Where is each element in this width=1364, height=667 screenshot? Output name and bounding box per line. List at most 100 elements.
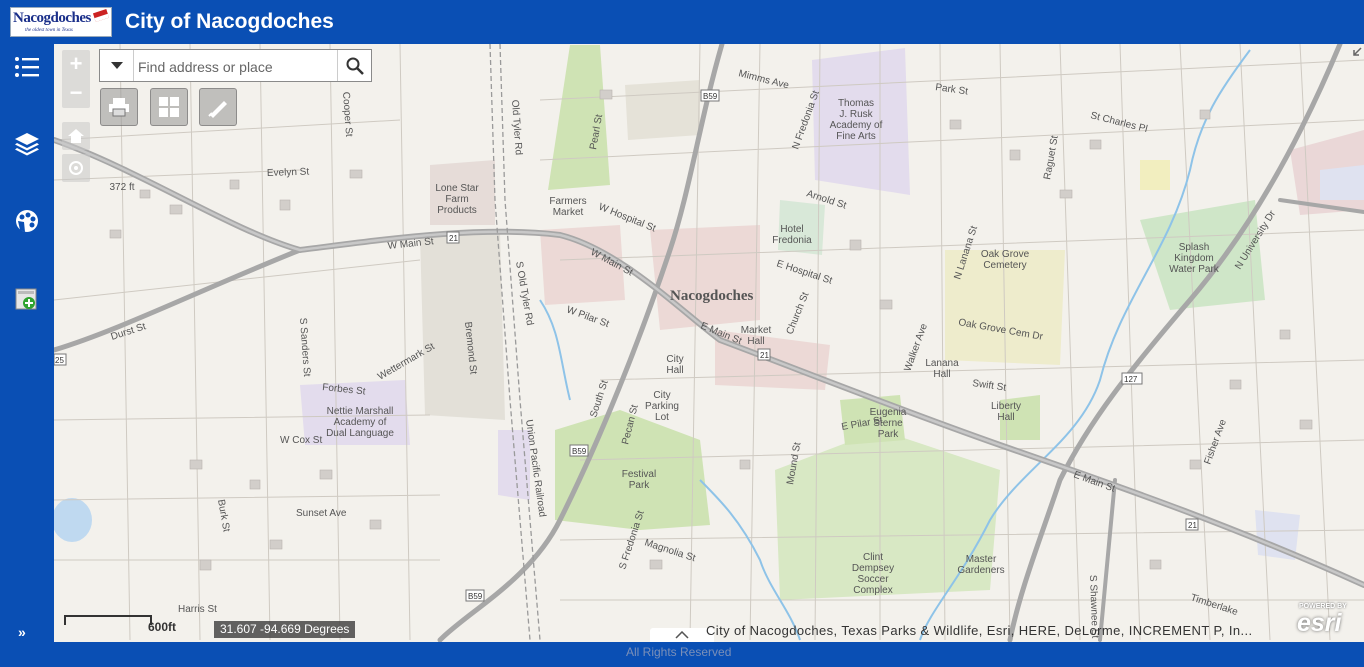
street-st-charles: St Charles Pl <box>1089 110 1148 135</box>
zoom-out-button[interactable]: − <box>62 79 90 108</box>
logo-text: Nacogdoches <box>13 10 91 26</box>
city-logo[interactable]: Nacogdoches the oldest town in Texas <box>10 7 112 37</box>
street-church: Church St <box>785 291 812 337</box>
basemap-button[interactable] <box>150 88 188 126</box>
street-w-main-2: W Main St <box>589 247 635 278</box>
poi-rusk-line3: Academy of <box>830 120 883 131</box>
legend-icon[interactable] <box>12 52 42 82</box>
poi-splash-line1: Splash <box>1179 242 1210 253</box>
shield-b59-2: B59 <box>572 447 587 456</box>
street-labels: W Main St W Main St E Main St E Main St … <box>110 68 1279 638</box>
expand-map-icon[interactable] <box>1350 46 1362 58</box>
search-icon <box>346 57 364 75</box>
street-mound: Mound St <box>785 441 803 485</box>
shield-25: 25 <box>55 356 64 365</box>
map-view[interactable]: Nacogdoches Thomas J. Rusk Academy of Fi… <box>54 44 1364 642</box>
street-e-main: E Main St <box>699 321 744 348</box>
flag-icon <box>92 9 110 22</box>
map-labels: Nacogdoches Thomas J. Rusk Academy of Fi… <box>54 68 1279 639</box>
street-w-cox: W Cox St <box>280 435 322 446</box>
poi-hotel-line2: Fredonia <box>772 235 812 246</box>
coordinate-readout[interactable]: 31.607 -94.669 Degrees <box>214 621 356 638</box>
app-header: Nacogdoches the oldest town in Texas Cit… <box>0 0 1364 44</box>
street-oak-grove-cem: Oak Grove Cem Dr <box>957 317 1044 343</box>
poi-festival-line2: Park <box>629 480 651 491</box>
app-title: City of Nacogdoches <box>125 10 334 33</box>
scale-bar <box>62 615 152 629</box>
poi-festival-line1: Festival <box>622 469 656 480</box>
basemap-gallery-icon[interactable] <box>12 206 42 236</box>
poi-liberty-line1: Liberty <box>991 401 1021 412</box>
poi-hotel-line1: Hotel <box>780 224 803 235</box>
search-input[interactable] <box>136 50 340 83</box>
locate-button[interactable] <box>62 154 90 182</box>
search-widget <box>99 49 372 83</box>
street-n-fredonia: N Fredonia St <box>790 89 822 151</box>
street-bremond: Bremond St <box>462 321 478 375</box>
street-burk: Burk St <box>215 499 232 533</box>
street-union-pacific: Union Pacific Railroad <box>523 419 548 518</box>
poi-parking-line2: Parking <box>645 401 679 412</box>
poi-lonestar-line3: Products <box>437 205 476 216</box>
measure-button[interactable] <box>199 88 237 126</box>
street-s-sanders: S Sanders St <box>297 317 312 377</box>
street-e-hospital: E Hospital St <box>775 258 834 286</box>
poi-lanana-line2: Hall <box>933 369 950 380</box>
poi-clint-line4: Complex <box>853 585 892 596</box>
street-forbes: Forbes St <box>322 382 366 397</box>
shield-b59-1: B59 <box>703 92 718 101</box>
poi-clint-line3: Soccer <box>857 574 889 585</box>
poi-nettie-line3: Dual Language <box>326 428 394 439</box>
attribution-toggle[interactable] <box>650 628 714 642</box>
street-n-lanana: N Lanana St <box>952 224 980 280</box>
home-button[interactable] <box>62 122 90 150</box>
chevron-down-icon <box>110 61 123 69</box>
home-icon <box>68 129 84 143</box>
esri-logo[interactable]: POWERED BY esri <box>1297 603 1359 637</box>
street-e-main-2: E Main St <box>1072 469 1117 494</box>
chevron-up-icon <box>675 631 689 639</box>
footer-text: All Rights Reserved <box>626 645 732 659</box>
search-button[interactable] <box>337 50 371 81</box>
street-pecan: Pecan St <box>620 403 641 445</box>
esri-logo-text: esri <box>1297 609 1342 637</box>
street-w-pillar: W Pilar St <box>565 304 611 330</box>
city-label: Nacogdoches <box>670 288 753 304</box>
street-cooper: Cooper St <box>340 91 354 137</box>
scale-label: 600ft <box>148 620 177 634</box>
poi-parking-line1: City <box>653 390 670 401</box>
street-wettermark: Wettermark St <box>376 341 437 382</box>
poi-eugenia-line3: Park <box>878 429 900 440</box>
poi-rusk-line2: J. Rusk <box>839 109 873 120</box>
poi-lonestar-line1: Lone Star <box>435 183 479 194</box>
basemap-icon <box>159 97 179 117</box>
street-s-old-tyler: S Old Tyler Rd <box>513 261 535 327</box>
poi-farmers-line2: Market <box>553 207 584 218</box>
street-south: South St <box>588 379 610 419</box>
shield-21-1: 21 <box>449 234 458 243</box>
street-park: Park St <box>935 82 969 97</box>
poi-liberty-line2: Hall <box>997 412 1014 423</box>
map-attribution: City of Nacogdoches, Texas Parks & Wildl… <box>706 623 1253 638</box>
street-n-university: N University Dr <box>1233 208 1278 271</box>
poi-splash-line2: Kingdom <box>1174 253 1213 264</box>
poi-market-line2: Hall <box>747 336 764 347</box>
shield-21-3: 21 <box>1188 521 1197 530</box>
poi-cityhall-line2: Hall <box>666 365 683 376</box>
poi-cityhall-line1: City <box>666 354 683 365</box>
shield-21-2: 21 <box>760 351 769 360</box>
search-source-dropdown[interactable] <box>100 50 134 81</box>
poi-clint-line2: Dempsey <box>852 563 894 574</box>
street-evelyn: Evelyn St <box>267 167 310 179</box>
poi-lonestar-line2: Farm <box>445 194 468 205</box>
print-button[interactable] <box>100 88 138 126</box>
zoom-in-button[interactable]: + <box>62 50 90 79</box>
poi-nettie-line2: Academy of <box>334 417 387 428</box>
street-old-tyler: Old Tyler Rd <box>509 99 524 155</box>
expand-sidebar-button[interactable]: » <box>18 624 26 640</box>
street-sunset: Sunset Ave <box>296 508 347 519</box>
layers-icon[interactable] <box>12 129 42 159</box>
street-harris: Harris St <box>178 604 217 615</box>
layer-add-icon[interactable] <box>12 284 42 314</box>
poi-market-line1: Market <box>741 325 772 336</box>
